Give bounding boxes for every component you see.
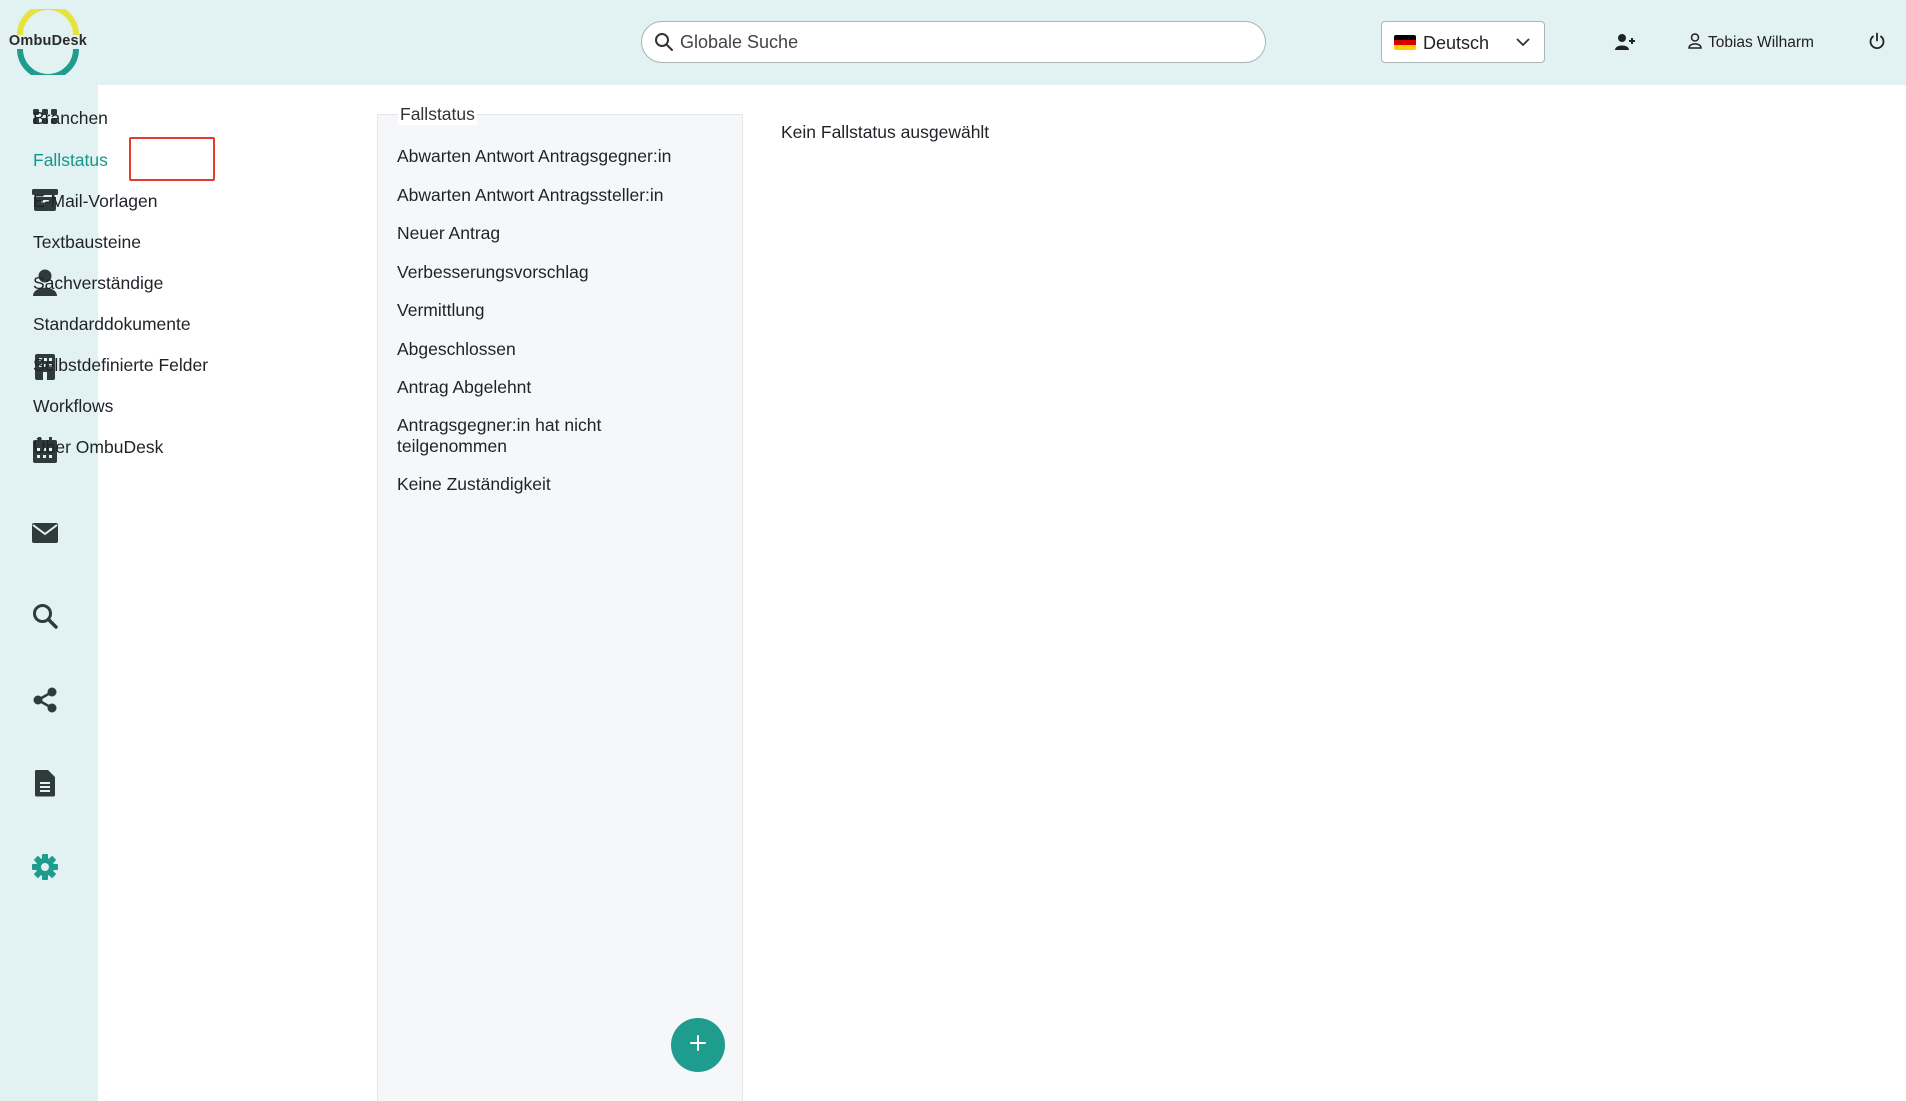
envelope-icon[interactable] (31, 519, 59, 547)
status-list-item[interactable]: Antragsgegner:in hat nicht teilgenommen (397, 415, 637, 457)
status-list-item[interactable]: Antrag Abgelehnt (397, 377, 727, 398)
search-icon[interactable] (31, 602, 59, 630)
settings-item-textbausteine[interactable]: Textbausteine (33, 232, 141, 253)
top-bar: OmbuDesk Deutsch Tobias Wilharm (0, 0, 1906, 85)
settings-item-standarddokumente[interactable]: Standarddokumente (33, 314, 191, 335)
selected-item-highlight (129, 137, 215, 181)
ombudesk-logo[interactable]: OmbuDesk (2, 9, 94, 75)
language-label: Deutsch (1423, 33, 1490, 53)
chevron-down-icon (1514, 33, 1532, 56)
status-list-item[interactable]: Neuer Antrag (397, 223, 727, 244)
settings-item-fallstatus[interactable]: Fallstatus (33, 150, 108, 171)
search-icon (654, 32, 674, 52)
logo-text: OmbuDesk (8, 33, 88, 49)
settings-item-selbstdefinierte-felder[interactable]: Selbstdefinierte Felder (33, 355, 208, 376)
status-list-item[interactable]: Keine Zuständigkeit (397, 474, 727, 495)
settings-item-branchen[interactable]: Branchen (33, 108, 108, 129)
settings-item-workflows[interactable]: Workflows (33, 396, 113, 417)
status-list-item[interactable]: Abwarten Antwort Antragssteller:in (397, 185, 727, 206)
language-select[interactable]: Deutsch (1381, 21, 1545, 63)
settings-item-ueber-ombudesk[interactable]: Über OmbuDesk (33, 437, 163, 458)
settings-item-email-vorlagen[interactable]: E-Mail-Vorlagen (33, 191, 158, 212)
add-user-icon[interactable] (1614, 32, 1636, 57)
panel-title: Fallstatus (398, 104, 477, 125)
status-list-item[interactable]: Abwarten Antwort Antragsgegner:in (397, 146, 727, 167)
status-list-item[interactable]: Vermittlung (397, 300, 727, 321)
add-status-button[interactable] (671, 1018, 725, 1072)
settings-item-sachverstaendige[interactable]: Sachverständige (33, 273, 163, 294)
status-list-item[interactable]: Abgeschlossen (397, 339, 727, 360)
global-search[interactable] (641, 21, 1266, 63)
power-icon[interactable] (1868, 32, 1886, 55)
search-input[interactable] (680, 22, 1250, 62)
user-menu[interactable]: Tobias Wilharm (1688, 32, 1814, 54)
share-icon[interactable] (31, 686, 59, 714)
user-icon (1688, 32, 1702, 54)
gear-icon[interactable] (31, 853, 59, 881)
status-list-item[interactable]: Verbesserungsvorschlag (397, 262, 727, 283)
empty-state-text: Kein Fallstatus ausgewählt (781, 122, 990, 142)
plus-icon (688, 1033, 708, 1058)
user-name: Tobias Wilharm (1708, 34, 1814, 51)
document-icon[interactable] (31, 769, 59, 797)
german-flag-icon (1394, 35, 1416, 50)
